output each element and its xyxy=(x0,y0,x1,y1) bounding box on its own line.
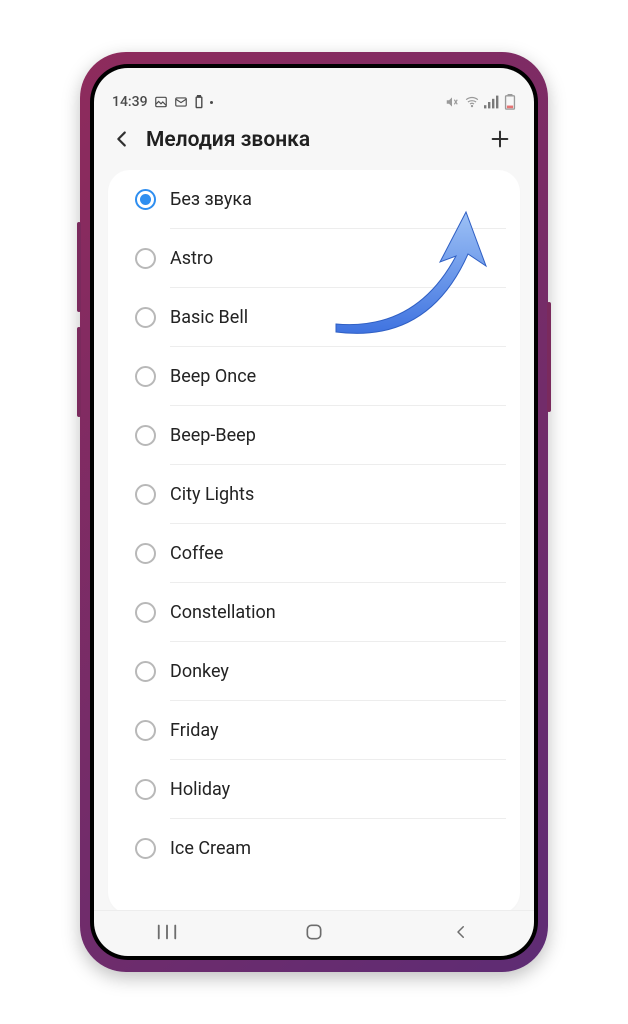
nav-back-button[interactable] xyxy=(431,916,491,952)
home-button[interactable] xyxy=(284,916,344,952)
ringtone-row[interactable]: Beep Once xyxy=(108,347,520,406)
power-button xyxy=(547,302,551,412)
ringtone-label: Holiday xyxy=(170,779,230,800)
ringtone-row[interactable]: Coffee xyxy=(108,524,520,583)
status-time: 14:39 xyxy=(112,94,148,110)
battery-small-icon xyxy=(194,95,204,109)
ringtone-label: Ice Cream xyxy=(170,838,251,859)
dot-icon xyxy=(210,101,213,104)
radio-icon[interactable] xyxy=(135,248,156,269)
radio-icon[interactable] xyxy=(135,425,156,446)
ringtone-row[interactable]: Constellation xyxy=(108,583,520,642)
ringtone-label: Astro xyxy=(170,248,213,269)
chevron-left-icon xyxy=(111,128,133,153)
recents-icon xyxy=(156,923,178,944)
ringtone-row[interactable]: Astro xyxy=(108,229,520,288)
ringtone-label: Beep-Beep xyxy=(170,425,256,446)
volume-up-button xyxy=(77,222,81,312)
system-navbar xyxy=(94,910,534,956)
signal-icon xyxy=(484,95,500,109)
ringtone-row[interactable]: Basic Bell xyxy=(108,288,520,347)
plus-icon xyxy=(489,128,511,153)
ringtone-row[interactable]: Holiday xyxy=(108,760,520,819)
ringtone-row[interactable]: Beep-Beep xyxy=(108,406,520,465)
home-icon xyxy=(304,922,324,945)
ringtone-label: Coffee xyxy=(170,543,223,564)
radio-icon[interactable] xyxy=(135,543,156,564)
back-button[interactable] xyxy=(102,120,142,160)
ringtone-row[interactable]: Friday xyxy=(108,701,520,760)
phone-frame: 14:39 xyxy=(80,52,548,972)
status-bar: 14:39 xyxy=(94,68,534,114)
volume-down-button xyxy=(77,327,81,417)
mail-icon xyxy=(174,95,188,109)
mute-icon xyxy=(444,95,460,109)
radio-icon[interactable] xyxy=(135,307,156,328)
ringtone-label: Constellation xyxy=(170,602,276,623)
ringtone-row[interactable]: Без звука xyxy=(108,170,520,229)
radio-icon[interactable] xyxy=(135,838,156,859)
radio-icon[interactable] xyxy=(135,366,156,387)
recents-button[interactable] xyxy=(137,916,197,952)
image-icon xyxy=(154,95,168,109)
radio-icon[interactable] xyxy=(135,779,156,800)
radio-icon[interactable] xyxy=(135,602,156,623)
ringtone-label: Без звука xyxy=(170,189,252,210)
battery-low-icon xyxy=(504,94,516,110)
add-button[interactable] xyxy=(480,120,520,160)
ringtone-list: Без звука Astro Basic Bell Beep Once Beep-Be… xyxy=(94,166,534,910)
chevron-left-icon xyxy=(452,923,470,944)
ringtone-label: Beep Once xyxy=(170,366,256,387)
ringtone-label: Friday xyxy=(170,720,219,741)
screen: 14:39 xyxy=(94,68,534,956)
radio-icon[interactable] xyxy=(135,189,156,210)
radio-icon[interactable] xyxy=(135,484,156,505)
radio-icon[interactable] xyxy=(135,661,156,682)
ringtone-label: Donkey xyxy=(170,661,229,682)
radio-icon[interactable] xyxy=(135,720,156,741)
wifi-icon xyxy=(464,95,480,109)
ringtone-row[interactable]: City Lights xyxy=(108,465,520,524)
app-header: Мелодия звонка xyxy=(94,114,534,166)
ringtone-row[interactable]: Donkey xyxy=(108,642,520,701)
page-title: Мелодия звонка xyxy=(146,128,480,152)
ringtone-row[interactable]: Ice Cream xyxy=(108,819,520,878)
ringtone-label: City Lights xyxy=(170,484,254,505)
ringtone-label: Basic Bell xyxy=(170,307,248,328)
